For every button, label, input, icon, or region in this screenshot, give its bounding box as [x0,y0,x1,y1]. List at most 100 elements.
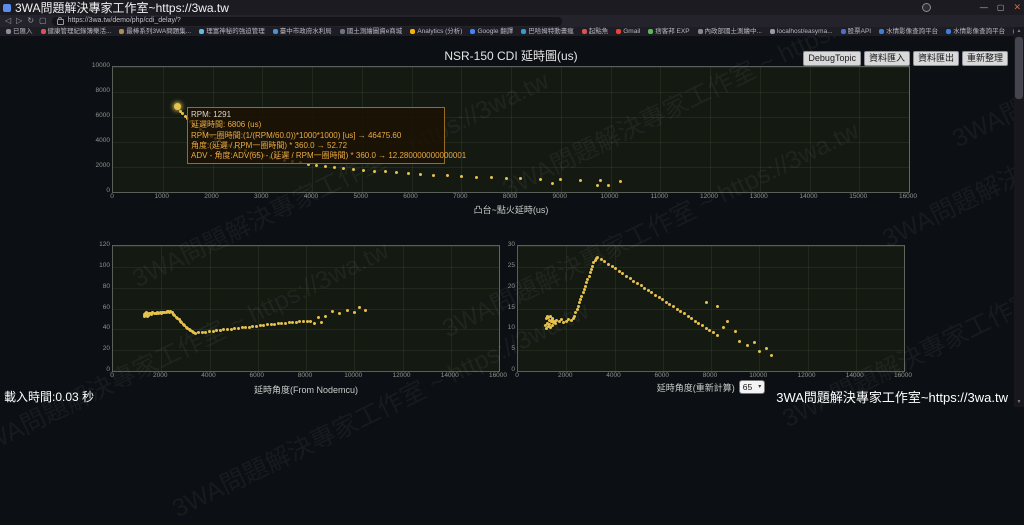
data-point [585,281,588,284]
maximize-button[interactable]: ▢ [997,3,1005,12]
tooltip-line: RPM一圈時間:(1/(RPM/60.0))*1000*1000) [us] →… [191,131,441,141]
bookmark-item[interactable]: 痞客邦 EXP [648,28,689,36]
right-chart-plot[interactable] [517,245,905,372]
data-point [607,263,610,266]
bookmark-item[interactable]: 已匯入 [6,28,33,36]
data-point [582,291,585,294]
url-bar[interactable]: https://3wa.tw/demo/php/cdi_delay/? [52,17,562,26]
y-tick-label: 120 [80,241,110,249]
bookmark-favicon-icon [199,29,204,34]
y-tick-label: 30 [485,241,515,249]
minimize-button[interactable]: — [980,3,988,12]
data-point [212,330,215,333]
x-tick-label: 6000 [241,372,273,380]
x-tick-label: 8000 [694,372,726,380]
data-point [551,182,554,185]
scroll-down-icon[interactable]: ▼ [1014,398,1024,407]
data-point [298,320,301,323]
data-point [738,340,741,343]
x-tick-label: 4000 [193,372,225,380]
x-tick-label: 8000 [494,193,526,201]
bookmark-item[interactable]: 理富神秘的強迫管理 [199,28,265,36]
bookmark-favicon-icon [648,29,653,34]
bookmark-label: 理富神秘的強迫管理 [206,28,265,36]
bookmark-favicon-icon [340,29,345,34]
bookmark-item[interactable]: Gmail [616,28,640,36]
data-point [658,296,661,299]
data-point [373,170,376,173]
bookmark-item[interactable]: 臺中市政府水利局 [273,28,332,36]
bookmark-item[interactable]: 內政部國土測繪中... [698,28,762,36]
x-tick-label: 1000 [146,193,178,201]
data-point [577,305,580,308]
bookmark-item[interactable]: 水情影像查詢平台 [879,28,938,36]
forward-icon[interactable]: ▷ [16,16,22,26]
data-point [338,312,341,315]
bookmark-item[interactable]: 起點魚 [582,28,609,36]
data-point [722,326,725,329]
bookmark-item[interactable]: localhost/easyma... [770,28,833,36]
y-tick-label: 40 [80,324,110,332]
refresh-button[interactable]: 重新整理 [962,51,1008,66]
data-point [248,326,251,329]
back-icon[interactable]: ◁ [5,16,11,26]
bookmark-item[interactable]: 最棒系列3WA問題集... [119,28,191,36]
scrollbar[interactable]: ▲ ▼ [1014,27,1024,407]
y-tick-label: 10000 [80,62,110,70]
data-point [687,315,690,318]
x-tick-label: 14000 [839,372,871,380]
x-tick-label: 6000 [646,372,678,380]
right-chart: 延時角度(重新計算) 65 ▾ 020004000600080001000012… [483,239,923,407]
scrollbar-thumb[interactable] [1015,37,1023,99]
data-point [446,174,449,177]
y-tick-label: 20 [80,345,110,353]
bookmark-favicon-icon [946,29,951,34]
adv-select[interactable]: 65 ▾ [739,380,765,394]
bookmark-label: localhost/easyma... [777,28,833,36]
scroll-up-icon[interactable]: ▲ [1014,27,1024,36]
data-point [590,268,593,271]
bookmark-label: Gmail [623,28,640,36]
data-point [726,320,729,323]
data-export-button[interactable]: 資料匯出 [913,51,959,66]
bookmark-item[interactable]: 國土測繪圖資e商城 [340,28,403,36]
bookmark-item[interactable]: Analytics (分析) [410,28,462,36]
data-point [490,176,493,179]
debugtopic-button[interactable]: DebugTopic [803,51,861,66]
data-point [280,322,283,325]
y-tick-label: 4000 [80,137,110,145]
bookmark-item[interactable]: 股票API [841,28,871,36]
data-point [758,350,761,353]
x-tick-label: 16000 [892,193,924,201]
y-tick-label: 6000 [80,112,110,120]
y-tick-label: 15 [485,304,515,312]
bookmark-item[interactable]: 健康管理紀錄簿樂活... [41,28,112,36]
data-point [668,303,671,306]
data-point [407,172,410,175]
left-chart-plot[interactable] [112,245,500,372]
data-point [586,278,589,281]
browser-navbar: ◁ ▷ ↻ ▢ https://3wa.tw/demo/php/cdi_dela… [0,15,1024,27]
chart-tooltip: RPM: 1291延遲時間: 6806 (us)RPM一圈時間:(1/(RPM/… [187,107,445,164]
data-point [607,184,610,187]
data-point [625,275,628,278]
data-point [204,331,207,334]
bookmark-item[interactable]: 巴哈姆特動畫瘋 [521,28,574,36]
reload-icon[interactable]: ↻ [27,16,34,26]
data-point [197,331,200,334]
chevron-down-icon: ▾ [758,382,761,392]
data-point [255,325,258,328]
page-icon[interactable]: ▢ [39,16,47,26]
data-import-button[interactable]: 資料匯入 [864,51,910,66]
bookmark-favicon-icon [698,29,703,34]
bookmark-item[interactable]: Google 翻譯 [470,28,513,36]
data-point [650,291,653,294]
toolbar: DebugTopic 資料匯入 資料匯出 重新整理 [803,51,1008,66]
data-point [596,256,599,259]
close-button[interactable]: ✕ [1013,2,1021,13]
bookmark-item[interactable]: 水情影像查詢平台 [946,28,1005,36]
tooltip-line: ADV - 角度:ADV(65) - (延遲 / RPM一圈時間) * 360.… [191,151,441,161]
account-icon[interactable] [922,3,931,12]
x-tick-label: 10000 [742,372,774,380]
bookmark-favicon-icon [582,29,587,34]
